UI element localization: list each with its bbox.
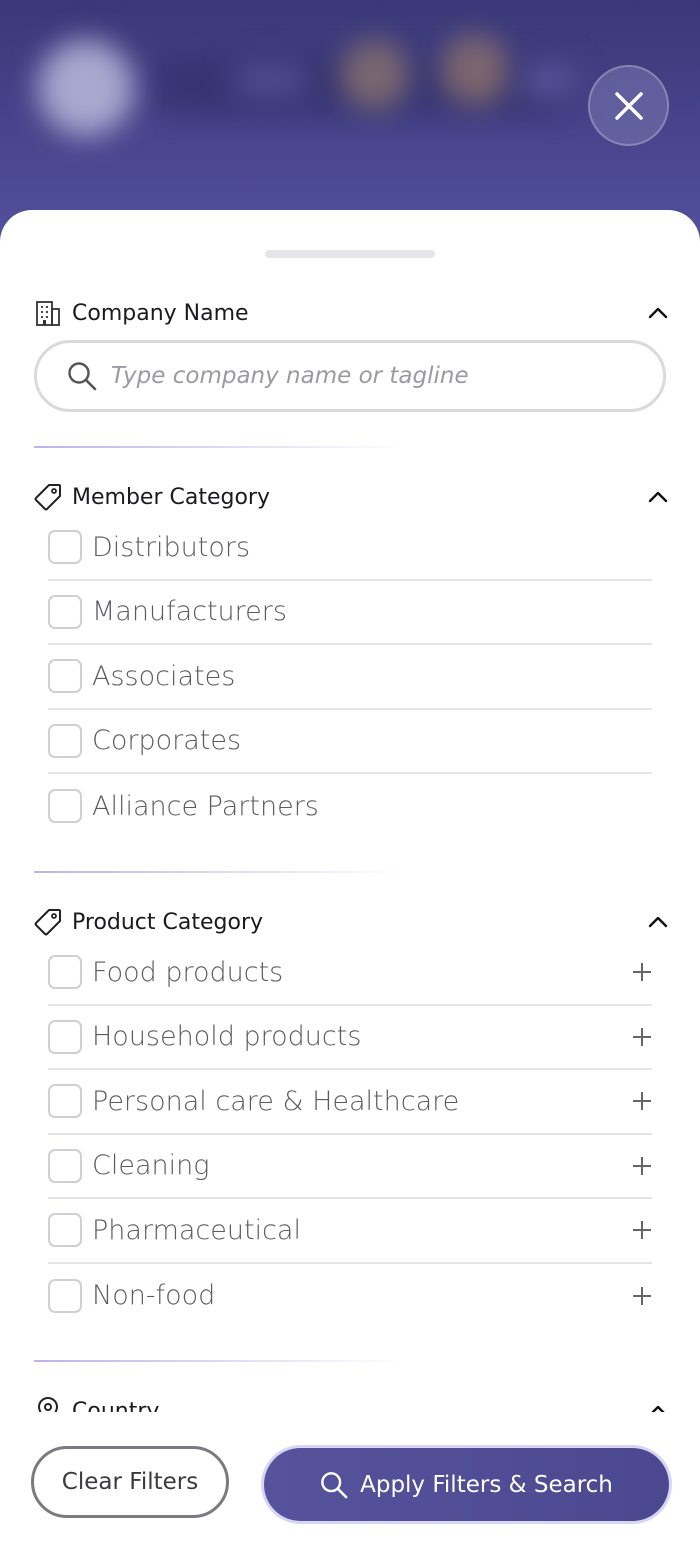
company-search-field[interactable] xyxy=(34,340,666,412)
checkbox[interactable] xyxy=(48,789,82,824)
option-label: Food products xyxy=(92,956,284,988)
checkbox[interactable] xyxy=(48,594,82,629)
building-icon xyxy=(34,299,62,327)
blurred-avatar xyxy=(38,40,134,136)
product-category-header[interactable]: Product Category xyxy=(34,902,670,942)
option-label: Corporates xyxy=(92,725,242,757)
option-label: Associates xyxy=(92,660,236,692)
blurred-shape xyxy=(230,60,310,100)
filter-sheet: Company Name Member Category xyxy=(0,210,700,1558)
list-item[interactable]: Manufacturers xyxy=(48,581,652,645)
option-label: Alliance Partners xyxy=(92,790,319,822)
product-category-list: Food products Household products Persona… xyxy=(48,941,652,1328)
tag-icon xyxy=(34,908,62,936)
drag-handle[interactable] xyxy=(265,250,435,258)
option-label: Pharmaceutical xyxy=(92,1214,301,1246)
company-search-input[interactable] xyxy=(111,363,631,389)
list-item[interactable]: Associates xyxy=(48,645,652,710)
blurred-shape xyxy=(440,35,510,105)
close-icon xyxy=(614,91,643,120)
filter-scroll-area[interactable]: Company Name Member Category xyxy=(0,280,700,1415)
company-name-header[interactable]: Company Name xyxy=(34,293,670,333)
list-item[interactable]: Personal care & Healthcare xyxy=(48,1070,652,1135)
list-item[interactable]: Distributors xyxy=(48,516,652,581)
clear-filters-button[interactable]: Clear Filters xyxy=(31,1446,229,1518)
list-item[interactable]: Non-food xyxy=(48,1264,652,1329)
section-title: Member Category xyxy=(72,484,270,510)
plus-icon[interactable] xyxy=(632,1156,652,1176)
checkbox[interactable] xyxy=(48,1278,82,1313)
member-category-header[interactable]: Member Category xyxy=(34,477,670,517)
list-item[interactable]: Corporates xyxy=(48,710,652,774)
section-divider xyxy=(34,871,404,873)
option-label: Manufacturers xyxy=(92,596,287,628)
section-title: Company Name xyxy=(72,300,249,326)
close-button[interactable] xyxy=(588,65,669,146)
list-item[interactable]: Alliance Partners xyxy=(48,774,652,839)
checkbox[interactable] xyxy=(48,955,82,990)
search-icon xyxy=(68,362,97,391)
checkbox[interactable] xyxy=(48,1213,82,1248)
checkbox[interactable] xyxy=(48,1148,82,1183)
tag-icon xyxy=(34,483,62,511)
blurred-shape xyxy=(340,40,410,110)
plus-icon[interactable] xyxy=(632,1027,652,1047)
apply-button-label: Apply Filters & Search xyxy=(360,1471,613,1498)
checkbox[interactable] xyxy=(48,1084,82,1119)
list-item[interactable]: Household products xyxy=(48,1006,652,1070)
list-item[interactable]: Food products xyxy=(48,941,652,1006)
blurred-shape xyxy=(520,60,580,100)
option-label: Non-food xyxy=(92,1280,216,1312)
filter-actions: Clear Filters Apply Filters & Search xyxy=(0,1412,700,1558)
chevron-up-icon[interactable] xyxy=(646,301,670,325)
section-title: Product Category xyxy=(72,909,264,935)
member-category-list: Distributors Manufacturers Associates Co… xyxy=(48,516,652,839)
chevron-up-icon[interactable] xyxy=(646,910,670,934)
section-divider xyxy=(34,446,404,448)
apply-filters-button[interactable]: Apply Filters & Search xyxy=(264,1448,669,1521)
option-label: Personal care & Healthcare xyxy=(92,1085,460,1117)
plus-icon[interactable] xyxy=(632,962,652,982)
checkbox[interactable] xyxy=(48,723,82,758)
option-label: Distributors xyxy=(92,531,251,563)
plus-icon[interactable] xyxy=(632,1286,652,1306)
checkbox[interactable] xyxy=(48,1019,82,1054)
option-label: Household products xyxy=(92,1021,362,1053)
list-item[interactable]: Pharmaceutical xyxy=(48,1199,652,1264)
option-label: Cleaning xyxy=(92,1150,210,1182)
search-icon xyxy=(320,1471,348,1499)
checkbox[interactable] xyxy=(48,530,82,565)
list-item[interactable]: Cleaning xyxy=(48,1135,652,1199)
plus-icon[interactable] xyxy=(632,1091,652,1111)
plus-icon[interactable] xyxy=(632,1220,652,1240)
section-divider xyxy=(34,1360,404,1362)
checkbox[interactable] xyxy=(48,659,82,694)
chevron-up-icon[interactable] xyxy=(646,485,670,509)
